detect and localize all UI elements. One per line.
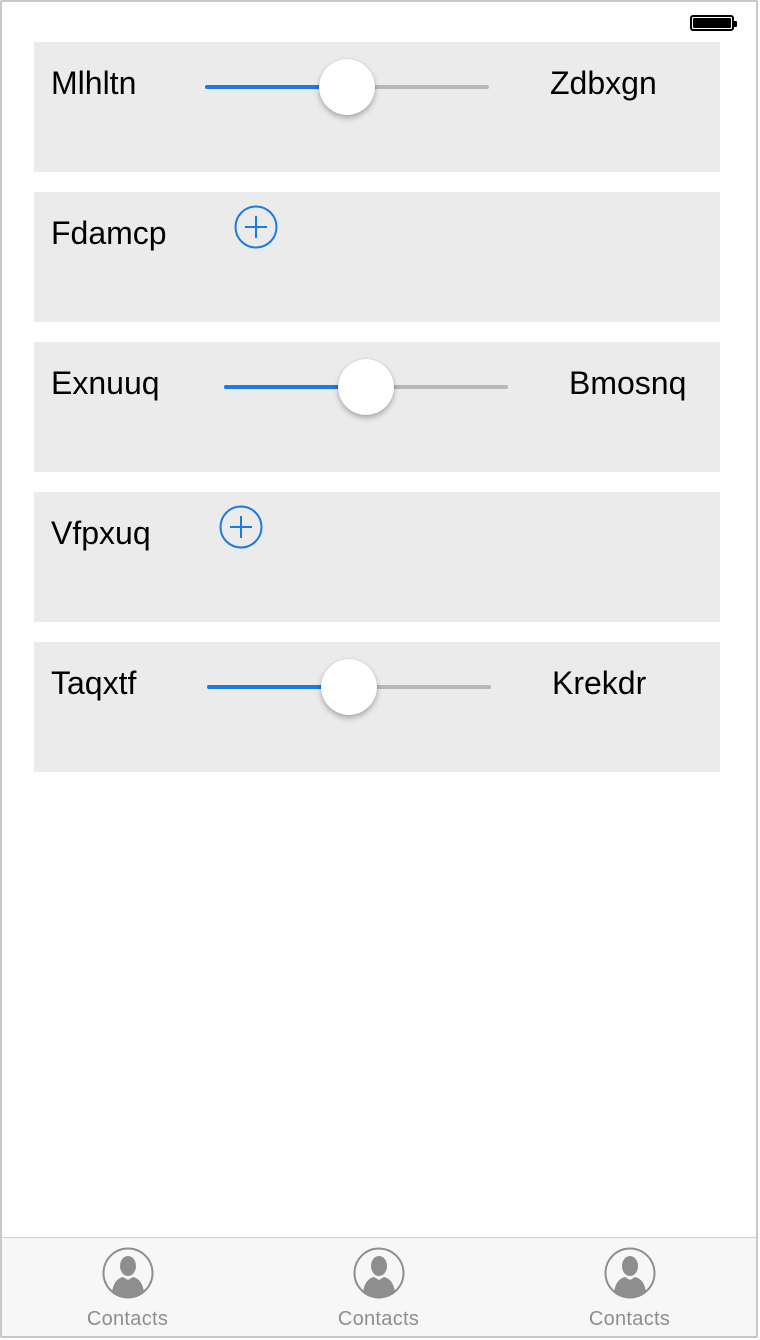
slider-right-label: Bmosnq	[569, 365, 687, 401]
contact-person-icon	[604, 1247, 655, 1299]
slider-row-2: Exnuuq Bmosnq	[34, 342, 720, 472]
slider-left-label: Taqxtf	[51, 665, 137, 701]
slider-control[interactable]	[224, 359, 508, 415]
slider-row-1: Mlhltn Zdbxgn	[34, 42, 720, 172]
battery-terminal	[734, 21, 737, 27]
plus-circle-icon[interactable]	[234, 205, 278, 249]
slider-right-label: Zdbxgn	[550, 65, 657, 101]
tab-label: Contacts	[86, 1308, 169, 1330]
slider-control[interactable]	[205, 59, 489, 115]
tab-bar: Contacts Contacts Contacts	[2, 1237, 756, 1336]
slider-right-label: Krekdr	[552, 665, 647, 701]
slider-left-label: Mlhltn	[51, 65, 137, 101]
contact-person-icon	[353, 1247, 404, 1299]
tab-label: Contacts	[588, 1308, 671, 1330]
tab-contacts-2[interactable]: Contacts	[253, 1238, 504, 1336]
add-row-label: Fdamcp	[51, 215, 167, 251]
plus-circle-icon[interactable]	[219, 505, 263, 549]
slider-left-label: Exnuuq	[51, 365, 160, 401]
slider-thumb[interactable]	[319, 59, 375, 115]
add-row-1: Fdamcp	[34, 192, 720, 322]
slider-control[interactable]	[207, 659, 491, 715]
battery-level-fill	[693, 18, 731, 28]
slider-thumb[interactable]	[338, 359, 394, 415]
contact-person-icon	[102, 1247, 153, 1299]
slider-thumb[interactable]	[321, 659, 377, 715]
tab-contacts-1[interactable]: Contacts	[2, 1238, 253, 1336]
tab-contacts-3[interactable]: Contacts	[504, 1238, 755, 1336]
slider-row-3: Taqxtf Krekdr	[34, 642, 720, 772]
add-row-2: Vfpxuq	[34, 492, 720, 622]
battery-full-icon	[690, 15, 737, 31]
add-row-label: Vfpxuq	[51, 515, 151, 551]
phone-screen: Mlhltn Zdbxgn Fdamcp Exnuuq Bmosnq Vfpxu…	[0, 0, 758, 1338]
tab-label: Contacts	[337, 1308, 420, 1330]
